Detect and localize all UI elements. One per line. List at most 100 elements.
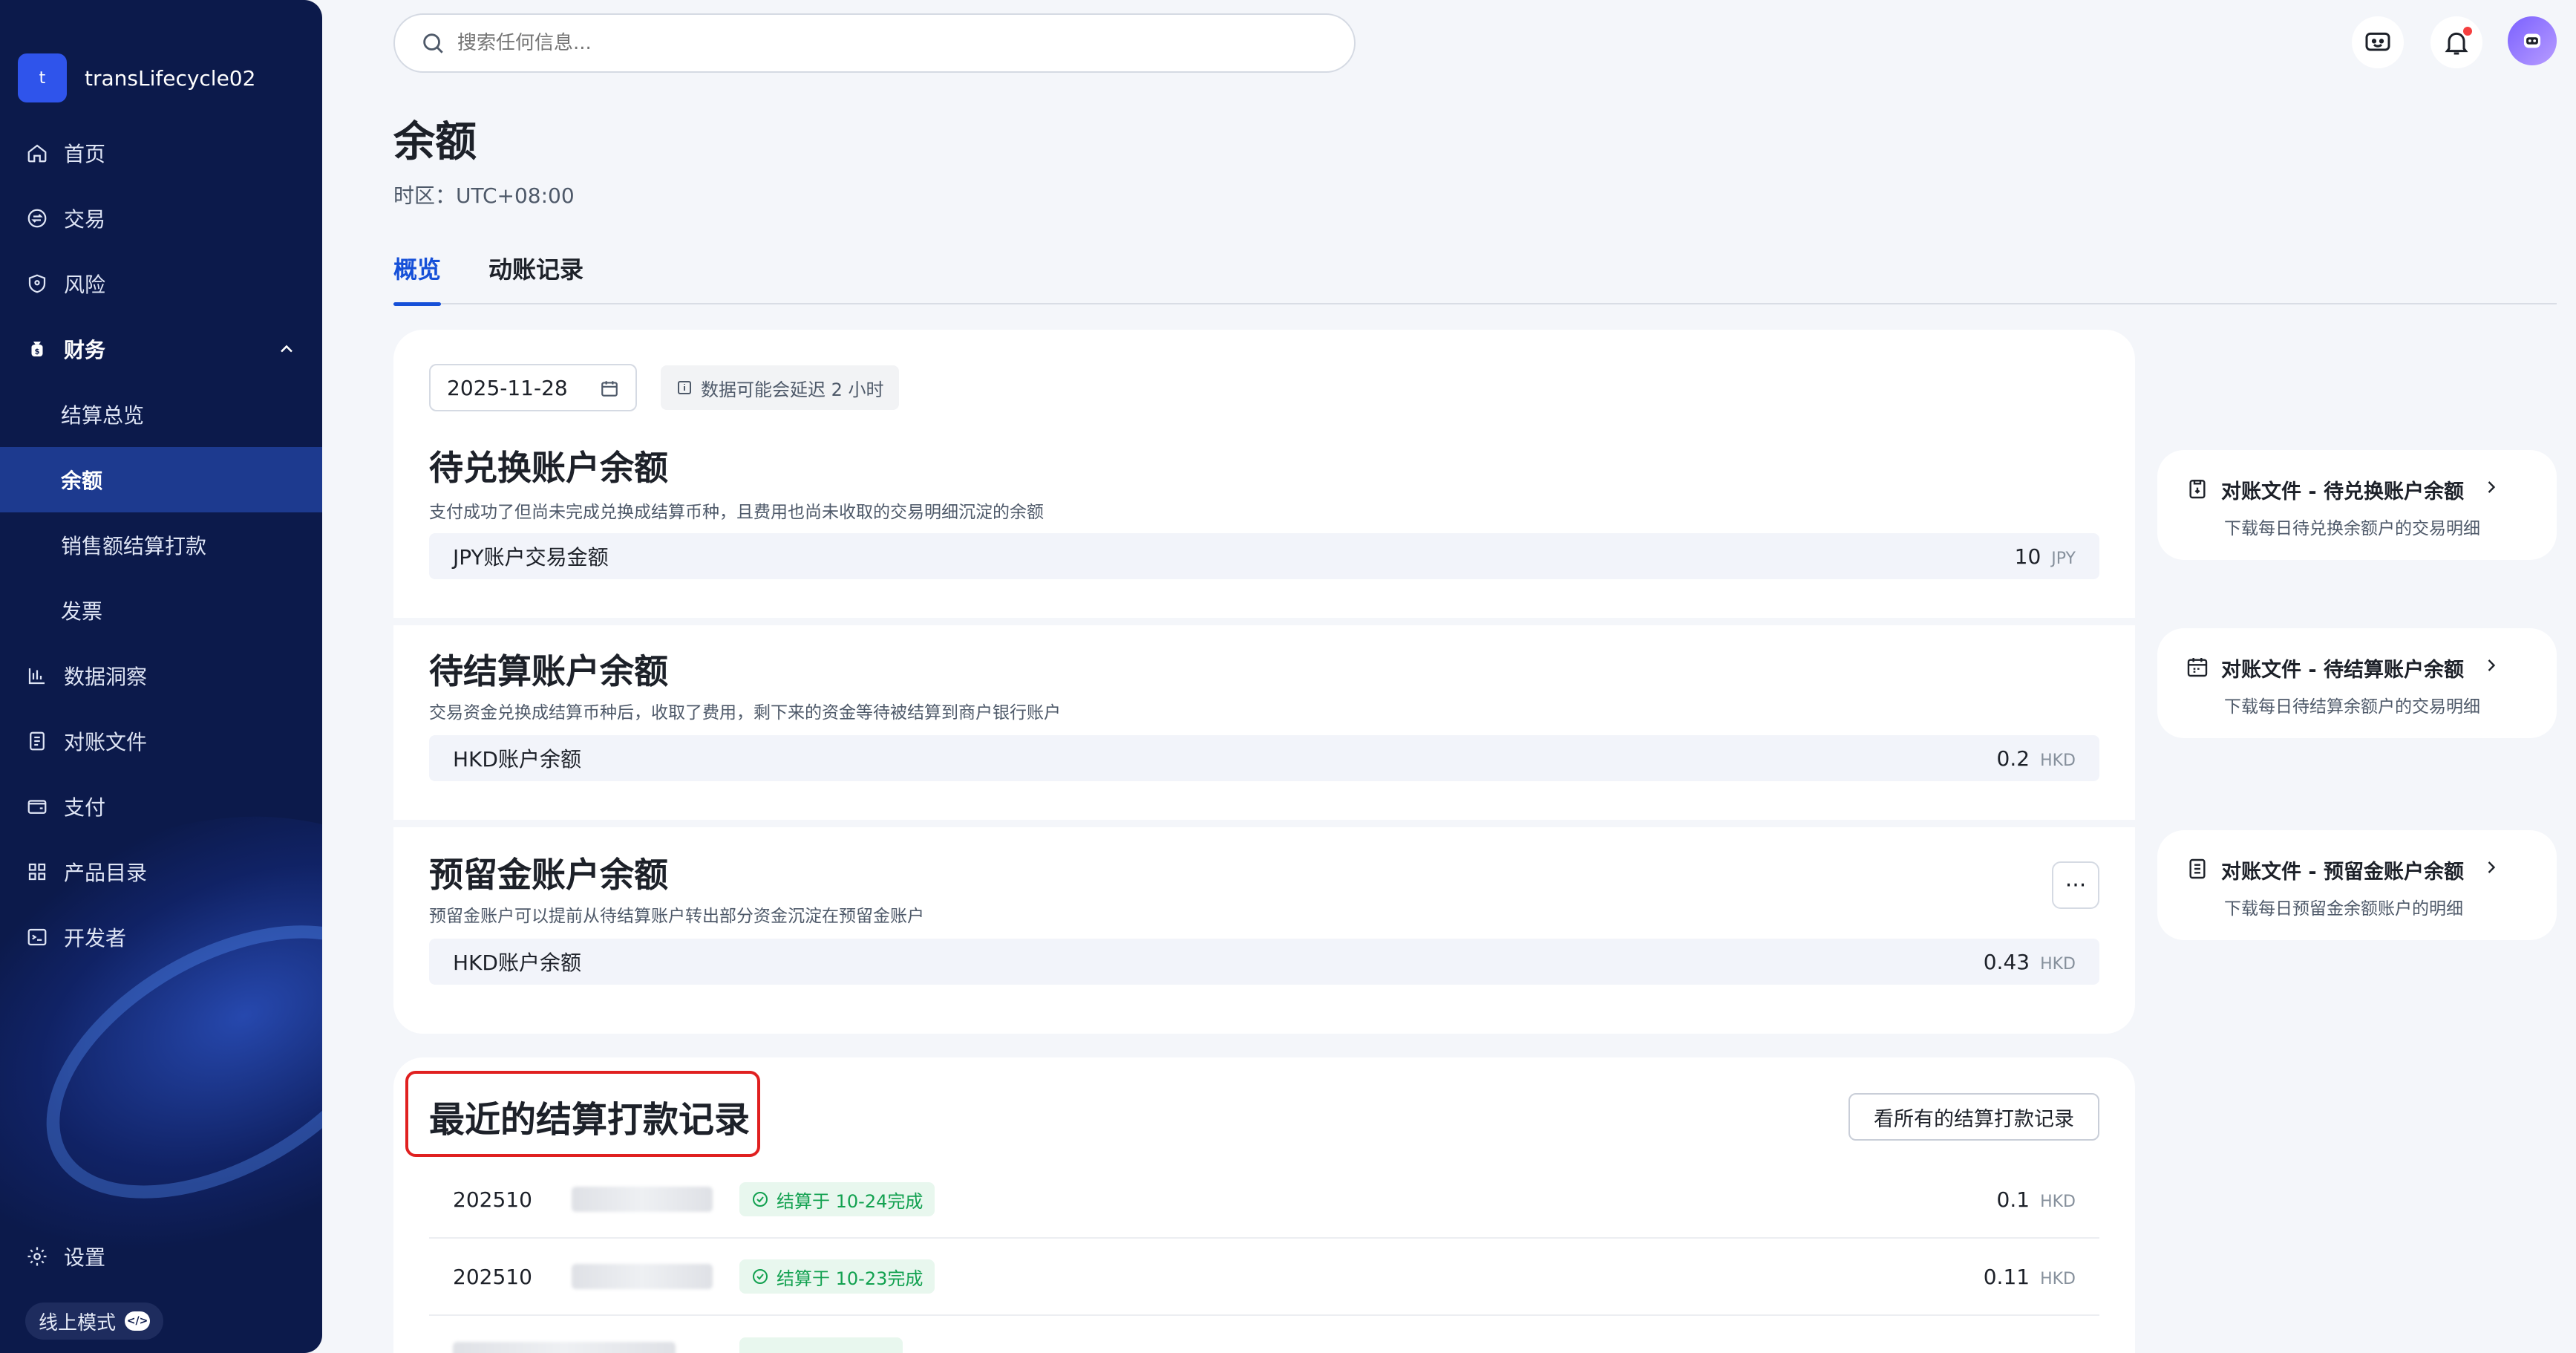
status-badge: 结算于 10-24完成 <box>739 1182 935 1216</box>
bar-chart-icon <box>25 664 49 688</box>
recent-settlements-card: 最近的结算打款记录 看所有的结算打款记录 202510 结算于 10-24完成 … <box>393 1057 2135 1353</box>
balance-row: HKD账户余额 0.2 HKD <box>429 735 2099 781</box>
tab-bar: 概览 动账记录 <box>393 251 2557 306</box>
date-picker[interactable]: 2025-11-28 <box>429 364 637 411</box>
section-divider <box>393 618 2135 625</box>
sidebar-item-invoice[interactable]: 发票 <box>0 578 322 643</box>
status-text: 结算于 10-24完成 <box>777 1190 923 1212</box>
settlement-id: 202510 <box>453 1264 532 1289</box>
chevron-up-icon <box>281 345 292 353</box>
feedback-button[interactable] <box>2352 16 2404 68</box>
sidebar-item-label: 设置 <box>64 1245 106 1270</box>
sidebar-item-label: 结算总览 <box>61 403 145 428</box>
sidebar-item-label: 开发者 <box>64 926 127 951</box>
view-all-settlements-button[interactable]: 看所有的结算打款记录 <box>1848 1093 2099 1141</box>
pending-exchange-section: 待兑换账户余额 支付成功了但尚未完成兑换成结算币种，且费用也尚未收取的交易明细沉… <box>393 441 2135 612</box>
table-row[interactable]: 202510 结算于 10-24完成 0.1 HKD <box>429 1161 2099 1239</box>
home-icon <box>25 141 49 165</box>
section-title: 预留金账户余额 <box>429 855 668 895</box>
reconciliation-link-pending-exchange[interactable]: 对账文件 - 待兑换账户余额 下载每日待兑换余额户的交易明细 <box>2157 450 2557 560</box>
mode-label: 线上模式 <box>39 1311 117 1334</box>
org-switcher[interactable]: t transLifecycle02 <box>18 53 255 102</box>
balance-label: HKD账户余额 <box>453 747 581 772</box>
clipboard-icon <box>2189 480 2206 499</box>
sidebar-item-reconciliation[interactable]: 对账文件 <box>0 708 322 774</box>
status-text: 结算于 10-23完成 <box>777 1268 923 1289</box>
tab-transactions-log[interactable]: 动账记录 <box>488 251 583 304</box>
table-row-partial[interactable] <box>429 1316 2099 1353</box>
settlement-amount: 0.11 HKD <box>1984 1265 2076 1289</box>
link-title: 对账文件 - 待结算账户余额 <box>2221 659 2465 682</box>
timezone-label: 时区：UTC+08:00 <box>393 183 575 208</box>
info-icon <box>678 381 691 394</box>
section-description: 预留金账户可以提前从待结算账户转出部分资金沉淀在预留金账户 <box>429 907 924 926</box>
delay-note: 数据可能会延迟 2 小时 <box>661 365 899 410</box>
chevron-right-icon <box>2488 659 2496 671</box>
sidebar-item-label: 财务 <box>64 338 106 362</box>
sidebar-item-label: 发票 <box>61 599 103 624</box>
section-description: 支付成功了但尚未完成兑换成结算币种，且费用也尚未收取的交易明细沉淀的余额 <box>429 503 1044 522</box>
chevron-right-icon <box>2488 481 2496 493</box>
gear-icon <box>25 1245 49 1268</box>
sidebar-item-insights[interactable]: 数据洞察 <box>0 643 322 708</box>
sidebar: t transLifecycle02 首页 交易 风险 $ 财务 结算总览 余额… <box>0 0 322 1353</box>
amount-currency: HKD <box>2040 1192 2076 1211</box>
balance-currency: JPY <box>2051 549 2076 568</box>
balance-currency: HKD <box>2040 751 2076 770</box>
check-circle-icon <box>753 1192 768 1207</box>
redacted-text <box>572 1187 713 1212</box>
sidebar-item-payments[interactable]: 支付 <box>0 774 322 839</box>
svg-text:$: $ <box>35 348 40 356</box>
search-bar[interactable] <box>393 13 1356 73</box>
balance-currency: HKD <box>2040 954 2076 974</box>
delay-note-text: 数据可能会延迟 2 小时 <box>701 379 884 400</box>
amount-currency: HKD <box>2040 1269 2076 1288</box>
reconciliation-link-reserve[interactable]: 对账文件 - 预留金账户余额 下载每日预留金余额账户的明细 <box>2157 830 2557 940</box>
shield-icon <box>25 272 49 296</box>
terminal-icon <box>25 925 49 949</box>
date-value: 2025-11-28 <box>447 375 568 400</box>
sidebar-item-balance[interactable]: 余额 <box>0 447 322 512</box>
reserve-section: 预留金账户余额 预留金账户可以提前从待结算账户转出部分资金沉淀在预留金账户 ··… <box>393 848 2135 1019</box>
settlement-id: 202510 <box>453 1187 532 1212</box>
link-description: 下载每日待结算余额户的交易明细 <box>2224 697 2480 717</box>
sidebar-item-label: 交易 <box>64 207 106 232</box>
section-title: 待兑换账户余额 <box>429 448 668 488</box>
sidebar-item-settlement-overview[interactable]: 结算总览 <box>0 382 322 447</box>
sidebar-item-risk[interactable]: 风险 <box>0 251 322 316</box>
status-badge <box>739 1337 903 1353</box>
mode-toggle-button[interactable]: 线上模式 </> <box>25 1303 164 1340</box>
balance-value: 0.2 <box>1996 746 2030 771</box>
reconciliation-link-pending-settlement[interactable]: 对账文件 - 待结算账户余额 下载每日待结算余额户的交易明细 <box>2157 628 2557 738</box>
tab-overview[interactable]: 概览 <box>393 251 442 306</box>
link-title: 对账文件 - 待兑换账户余额 <box>2221 480 2465 503</box>
pending-settlement-section: 待结算账户余额 交易资金兑换成结算币种后，收取了费用，剩下来的资金等待被结算到商… <box>393 645 2135 815</box>
sidebar-item-developers[interactable]: 开发者 <box>0 904 322 970</box>
sidebar-item-label: 产品目录 <box>64 861 148 885</box>
more-options-button[interactable]: ··· <box>2052 861 2099 909</box>
sidebar-item-settings[interactable]: 设置 <box>0 1224 322 1289</box>
file-icon <box>25 729 49 753</box>
robot-avatar-icon <box>2523 33 2541 48</box>
sidebar-item-finance[interactable]: $ 财务 <box>0 316 322 382</box>
document-icon <box>2189 858 2206 879</box>
code-icon: </> <box>125 1311 151 1331</box>
user-avatar[interactable] <box>2508 16 2557 65</box>
balance-row: JPY账户交易金额 10 JPY <box>429 533 2099 579</box>
sidebar-item-label: 余额 <box>61 469 103 493</box>
balance-row: HKD账户余额 0.43 HKD <box>429 939 2099 985</box>
balance-value: 0.43 <box>1983 949 2030 974</box>
exchange-icon <box>25 206 49 230</box>
search-input[interactable] <box>457 32 1274 54</box>
sidebar-item-catalog[interactable]: 产品目录 <box>0 839 322 904</box>
notification-button[interactable] <box>2430 16 2482 68</box>
sidebar-item-label: 对账文件 <box>64 730 148 754</box>
wallet-icon <box>25 795 49 818</box>
sidebar-item-home[interactable]: 首页 <box>0 120 322 186</box>
sidebar-item-transactions[interactable]: 交易 <box>0 186 322 251</box>
check-circle-icon <box>753 1269 768 1284</box>
balance-label: HKD账户余额 <box>453 951 581 975</box>
amount-value: 0.1 <box>1996 1187 2030 1212</box>
sidebar-item-sales-settlement[interactable]: 销售额结算打款 <box>0 512 322 578</box>
table-row[interactable]: 202510 结算于 10-23完成 0.11 HKD <box>429 1239 2099 1316</box>
